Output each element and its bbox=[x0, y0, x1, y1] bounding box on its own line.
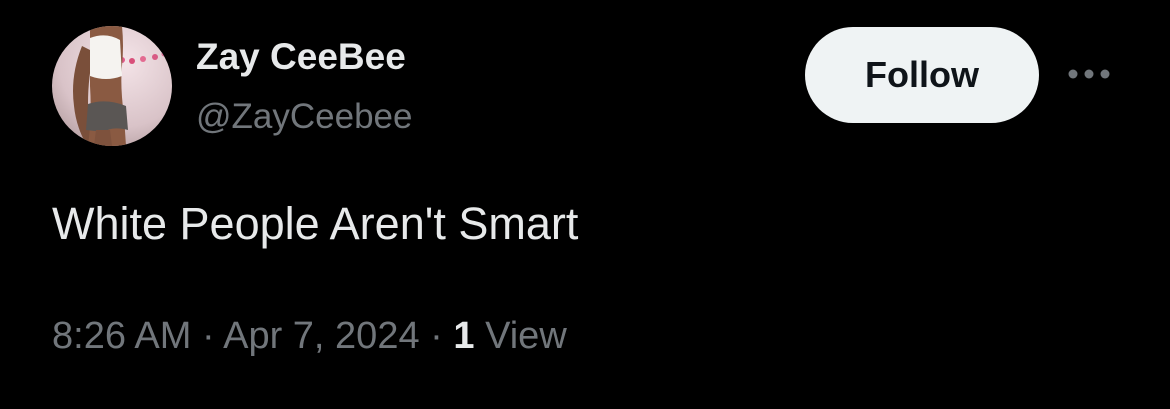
author-display-name[interactable]: Zay CeeBee bbox=[196, 36, 406, 78]
meta-separator: · bbox=[201, 315, 215, 357]
avatar[interactable] bbox=[52, 26, 172, 146]
meta-separator: · bbox=[430, 315, 443, 357]
tweet-text: White People Aren't Smart bbox=[52, 198, 579, 249]
views-count: 1 bbox=[453, 315, 475, 357]
tweet: Zay CeeBee @ZayCeebee Follow White Peopl… bbox=[0, 0, 1170, 409]
views-label: View bbox=[485, 315, 567, 357]
author-handle[interactable]: @ZayCeebee bbox=[196, 97, 412, 137]
follow-button[interactable]: Follow bbox=[805, 27, 1039, 123]
tweet-time[interactable]: 8:26 AM bbox=[52, 315, 191, 357]
more-horizontal-icon[interactable] bbox=[1066, 62, 1112, 86]
avatar-photo bbox=[52, 26, 172, 146]
tweet-meta: 8:26 AM · Apr 7, 2024 · 1 View bbox=[52, 315, 567, 358]
tweet-date[interactable]: Apr 7, 2024 bbox=[223, 315, 419, 357]
